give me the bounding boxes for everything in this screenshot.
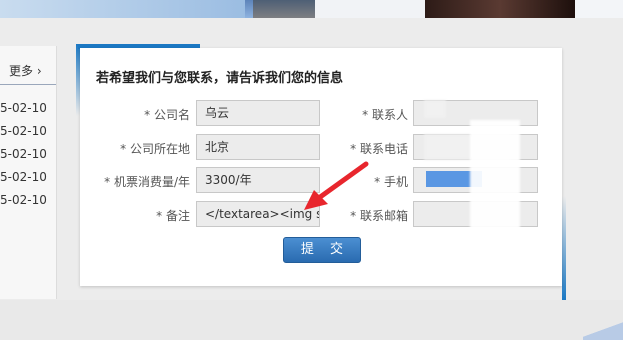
form-title: 若希望我们与您联系，请告诉我们您的信息	[96, 71, 344, 86]
more-link[interactable]: 更多 ›	[9, 62, 42, 79]
card-accent	[562, 196, 566, 300]
top-banner	[0, 0, 623, 18]
phone-label: * 联系电话	[350, 142, 408, 156]
company-input[interactable]: 乌云	[196, 100, 320, 126]
banner-photo	[425, 0, 575, 18]
consumption-label: * 机票消费量/年	[104, 175, 190, 189]
banner-left	[0, 0, 245, 18]
divider	[0, 84, 56, 85]
banner-right	[575, 0, 623, 18]
footer-strip	[0, 300, 623, 340]
company-label: * 公司名	[144, 108, 190, 122]
list-item[interactable]: 5-02-10	[0, 100, 47, 123]
contact-label: * 联系人	[362, 108, 408, 122]
remark-label: * 备注	[156, 209, 190, 223]
list-item[interactable]: 5-02-10	[0, 169, 47, 192]
decorative-corner	[583, 322, 623, 340]
news-date-list: 5-02-10 5-02-10 5-02-10 5-02-10 5-02-10	[0, 100, 47, 215]
submit-button[interactable]: 提 交	[283, 237, 361, 263]
list-item[interactable]: 5-02-10	[0, 146, 47, 169]
banner-photo	[253, 0, 315, 18]
location-label: * 公司所在地	[120, 142, 190, 156]
redaction-blur	[470, 120, 520, 238]
location-input[interactable]: 北京	[196, 134, 320, 160]
annotation-arrow-icon	[304, 161, 369, 210]
banner-gap	[315, 0, 425, 18]
list-item[interactable]: 5-02-10	[0, 192, 47, 215]
list-item[interactable]: 5-02-10	[0, 123, 47, 146]
redaction-blur	[424, 100, 446, 118]
